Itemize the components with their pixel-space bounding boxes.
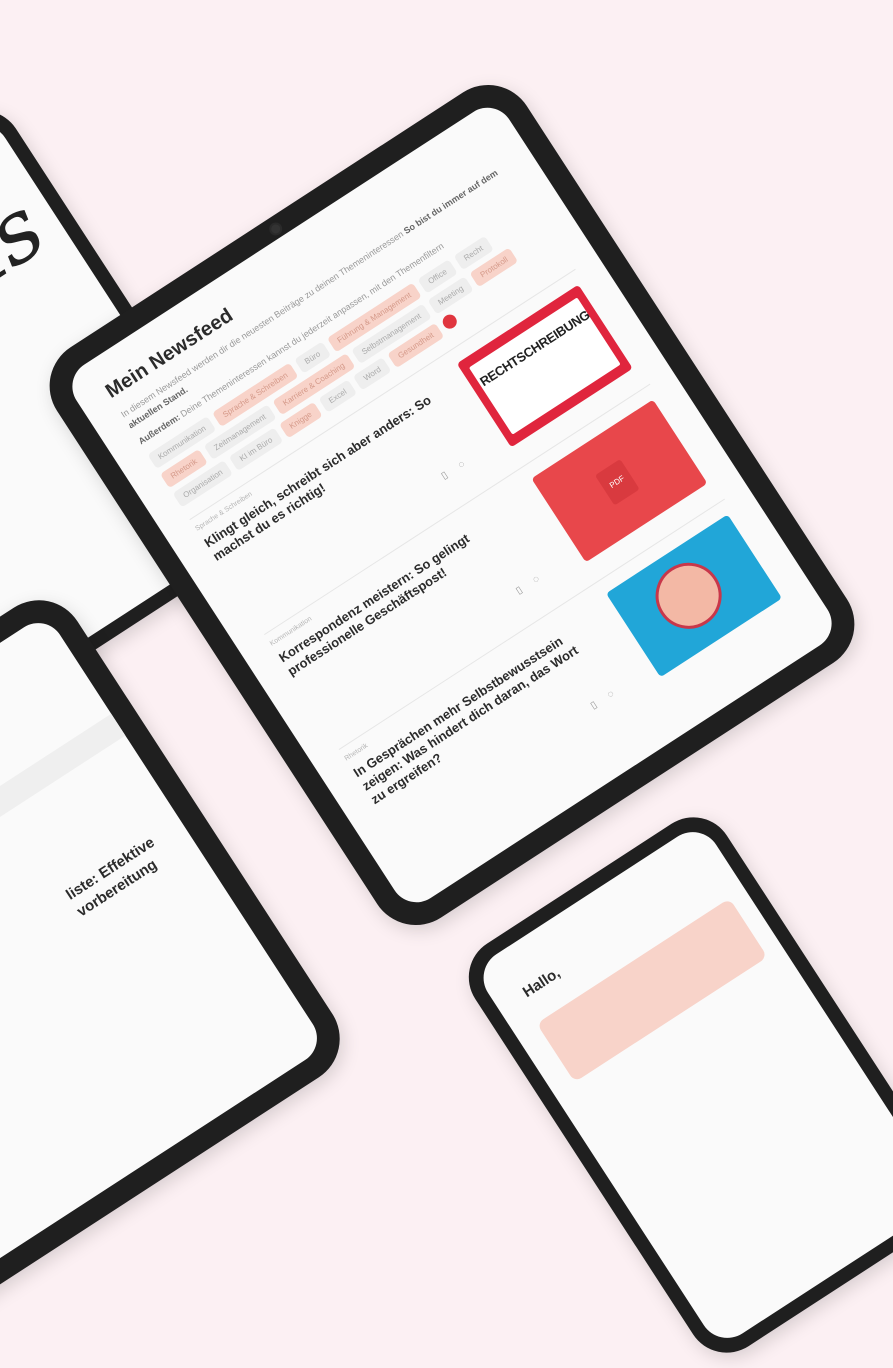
greeting: Hallo,	[519, 964, 564, 1001]
share-icon[interactable]: ◌	[605, 688, 616, 700]
search-bar[interactable]	[0, 695, 154, 837]
highlight-card[interactable]	[536, 898, 768, 1083]
illustration	[642, 550, 735, 642]
share-icon[interactable]: ◌	[531, 573, 542, 585]
bookmark-icon[interactable]: ▯	[439, 470, 450, 482]
article-title-fragment: liste: Effektive vorbereitung	[63, 833, 161, 921]
chip-count-badge[interactable]	[440, 311, 460, 332]
bookmark-icon[interactable]: ▯	[514, 585, 525, 597]
pdf-icon: PDF	[594, 459, 640, 506]
newsfeed: Mein Newsfeed In diesem Newsfeed werden …	[102, 134, 800, 865]
bookmark-icon[interactable]: ▯	[589, 699, 600, 711]
share-icon[interactable]: ◌	[456, 459, 467, 471]
handwritten-decoration: us	[0, 175, 62, 318]
right-phone-screen: Hallo,	[472, 821, 893, 1349]
right-phone: Hallo,	[453, 802, 893, 1368]
